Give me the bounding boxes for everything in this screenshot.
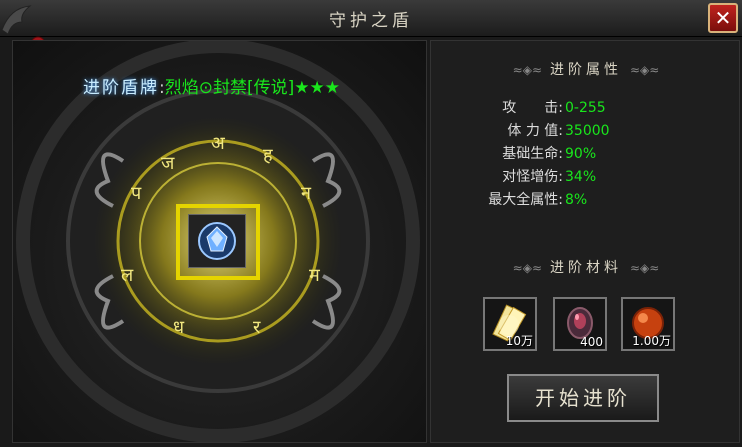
- stat-row: 体 力 值: 35000: [481, 120, 610, 143]
- material-slot-scroll[interactable]: 10万: [483, 297, 537, 351]
- svg-text:प: प: [131, 183, 142, 204]
- stat-key: 体 力 值:: [507, 123, 563, 139]
- material-qty: 400: [580, 335, 603, 349]
- ornament-right-icon: ≈◈≈: [630, 63, 660, 77]
- shield-stars: ★★★: [294, 78, 340, 98]
- shield-slot-inner: [188, 214, 246, 268]
- shield-slot[interactable]: [176, 204, 260, 280]
- shield-display-panel: ज अ ह प न ल म ध र 进阶盾牌:烈焰⊙封禁[传说]★★★: [12, 40, 427, 443]
- svg-text:म: म: [309, 265, 321, 286]
- svg-text:ह: ह: [263, 145, 273, 166]
- title-bar[interactable]: 守护之盾 ✕: [0, 0, 742, 52]
- stats-heading-text: 进阶属性: [550, 62, 622, 78]
- ornament-left-icon: ≈◈≈: [512, 63, 542, 77]
- stats-list: 攻 击: 0-255 体 力 值: 35000 基础生命: 90% 对怪增伤: 34% …: [481, 97, 610, 212]
- shield-name: 烈焰⊙封禁[传说]: [164, 78, 295, 98]
- stat-key: 攻 击:: [502, 100, 563, 116]
- stat-row: 攻 击: 0-255: [481, 97, 610, 120]
- shield-label: 进阶盾牌: [83, 78, 159, 98]
- window-title: 守护之盾: [329, 11, 413, 31]
- svg-text:ल: ल: [121, 265, 134, 286]
- material-qty: 10万: [505, 334, 533, 348]
- ornament-left-icon: ≈◈≈: [512, 261, 542, 275]
- materials-heading: ≈◈≈ 进阶材料 ≈◈≈: [431, 257, 741, 277]
- stat-key: 对怪增伤:: [502, 169, 563, 185]
- stat-row: 最大全属性: 8%: [481, 189, 610, 212]
- info-panel: ≈◈≈ 进阶属性 ≈◈≈ 攻 击: 0-255 体 力 值: 35000 基础生命: 90…: [430, 40, 740, 443]
- material-slot-orb[interactable]: 1.00万: [621, 297, 675, 351]
- stat-value: 90%: [565, 146, 597, 162]
- stats-heading: ≈◈≈ 进阶属性 ≈◈≈: [431, 59, 741, 79]
- svg-text:अ: अ: [211, 133, 226, 154]
- stat-row: 对怪增伤: 34%: [481, 166, 610, 189]
- svg-text:न: न: [301, 183, 312, 204]
- material-slot-crystal[interactable]: 400: [553, 297, 607, 351]
- svg-text:र: र: [253, 317, 261, 338]
- material-qty: 1.00万: [632, 334, 671, 348]
- start-upgrade-button[interactable]: 开始进阶: [507, 374, 659, 422]
- stat-value: 35000: [565, 123, 610, 139]
- ornament-right-icon: ≈◈≈: [630, 261, 660, 275]
- materials-heading-text: 进阶材料: [550, 260, 622, 276]
- blue-gem-icon: [198, 222, 236, 260]
- stat-value: 34%: [565, 169, 597, 185]
- svg-text:ध: ध: [173, 317, 185, 338]
- stat-value: 8%: [565, 192, 588, 208]
- svg-text:ज: ज: [161, 153, 175, 174]
- shield-upgrade-window: 守护之盾 ✕ ज अ ह प न ल म ध र 进阶盾牌:烈焰⊙封禁[传说]★★★ …: [0, 0, 742, 447]
- shield-title: 进阶盾牌:烈焰⊙封禁[传说]★★★: [83, 73, 340, 98]
- stat-key: 最大全属性:: [488, 192, 563, 208]
- stat-value: 0-255: [565, 100, 606, 116]
- close-x-icon: ✕: [714, 6, 732, 30]
- stat-row: 基础生命: 90%: [481, 143, 610, 166]
- close-button[interactable]: ✕: [708, 3, 738, 33]
- stat-key: 基础生命:: [502, 146, 563, 162]
